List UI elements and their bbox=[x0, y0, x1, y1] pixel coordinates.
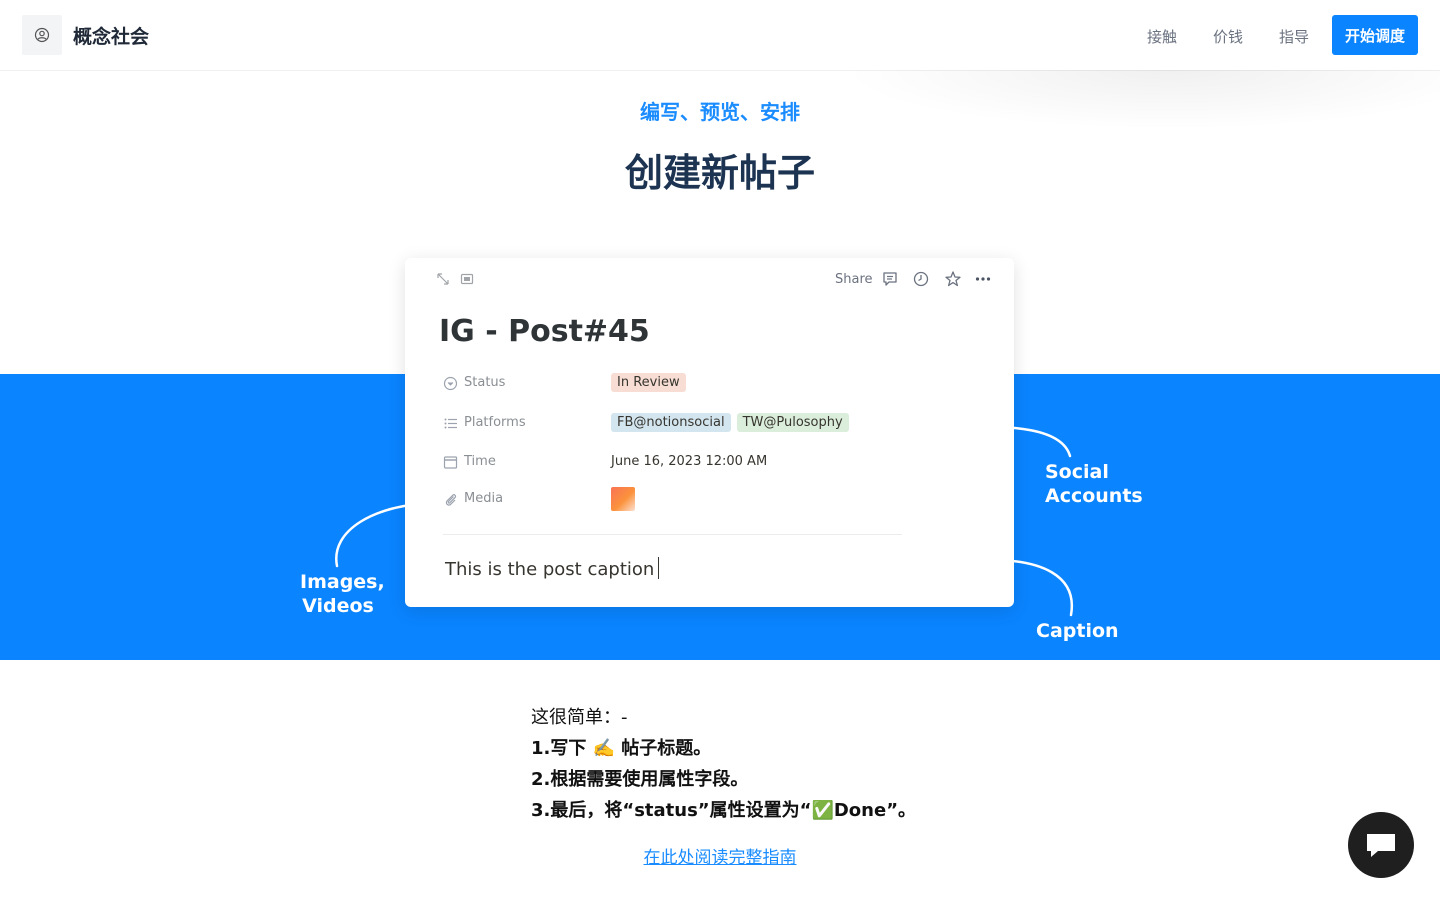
annotation-social-accounts: Social Accounts bbox=[1045, 460, 1143, 508]
read-guide-link[interactable]: 在此处阅读完整指南 bbox=[0, 843, 1440, 868]
step-1: 1.写下 ✍️ 帖子标题。 bbox=[531, 738, 712, 759]
annotation-social-line1: Social bbox=[1045, 461, 1109, 483]
step-3: 3.最后，将“status”属性设置为“✅Done”。 bbox=[531, 800, 917, 821]
annotation-social-line2: Accounts bbox=[1045, 485, 1143, 507]
caption-arrow bbox=[990, 558, 1074, 617]
step-2: 2.根据需要使用属性字段。 bbox=[531, 769, 749, 790]
instructions-intro: 这很简单：- bbox=[531, 707, 628, 728]
social-arrow bbox=[964, 425, 1072, 458]
annotation-images-line1: Images, bbox=[300, 571, 385, 593]
annotation-caption: Caption bbox=[1036, 620, 1119, 642]
annotation-images-line2: Videos bbox=[302, 595, 374, 617]
instructions: 这很简单：- 1.写下 ✍️ 帖子标题。 2.根据需要使用属性字段。 3.最后，… bbox=[531, 702, 916, 826]
annotation-images-videos: Images, Videos bbox=[300, 570, 385, 618]
chat-icon bbox=[1367, 834, 1395, 857]
chat-button[interactable] bbox=[1348, 812, 1414, 878]
images-arrow bbox=[335, 501, 434, 568]
